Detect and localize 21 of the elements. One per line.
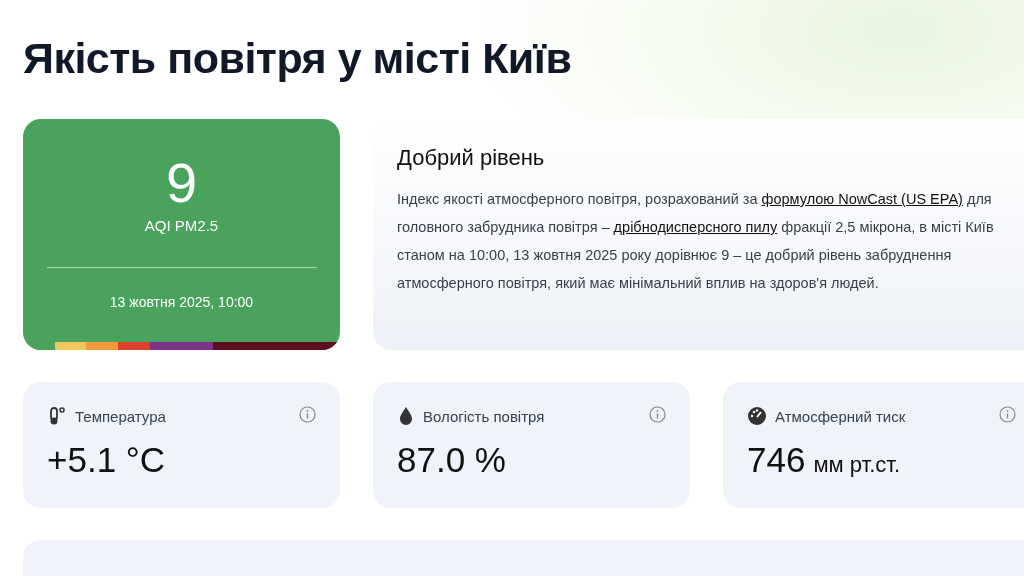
level-heading: Добрий рівень [397,145,546,171]
droplet-icon [397,406,415,426]
description-link[interactable]: дрібнодисперсного пилу [613,219,778,235]
aqi-value: 9 [165,155,198,211]
aqi-label: AQI PM2.5 [144,217,219,234]
metric-value: 746 [747,440,806,480]
measurement-time: 13 жовтня 2025, 10:00 [109,294,254,310]
description-link[interactable]: формулою NowCast (US EPA) [761,191,963,207]
metric-value: 87.0 % [397,440,506,480]
info-icon[interactable] [999,406,1016,423]
metric-value: +5.1 °C [47,440,166,480]
gauge-icon [747,406,767,426]
metric-label: Температура [75,407,166,425]
metric-unit: мм рт.ст. [813,452,901,478]
info-icon[interactable] [299,406,316,423]
thermometer-icon [47,406,67,426]
description-text: Індекс якості атмосферного повітря, розрахований за формулою NowCast (US EPA) для головного забрудника повітря – дрібнодисперсного пилу фракції 2,5 мікрона, в місті Київ станом на 10:00, 13 жовтня 2025 року дорівнює 9 – це добрий рівень забруднення атмосферного повітря, який має мінімальний вплив на здоров'я людей. [397,190,995,293]
metric-label: Вологість повітря [423,407,545,425]
info-icon[interactable] [649,406,666,423]
metric-label: Атмосферний тиск [775,407,906,425]
page-title: Якість повітря у місті Київ [23,34,573,83]
